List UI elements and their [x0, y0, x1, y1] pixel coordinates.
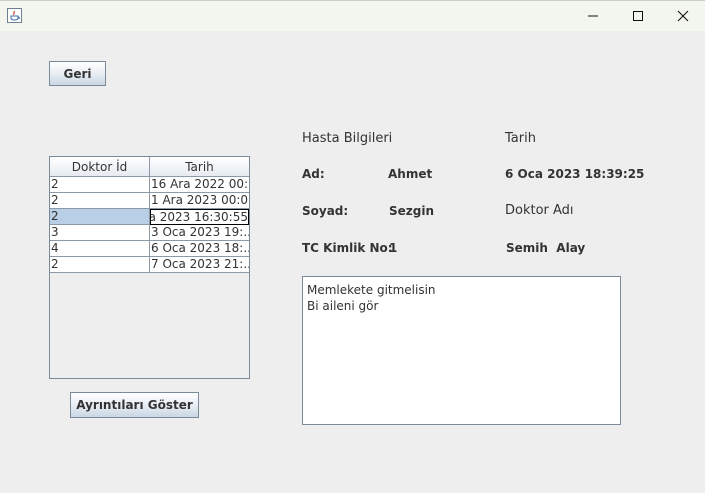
cell-doktor-id[interactable]: 4 [50, 241, 150, 257]
table-row[interactable]: 2 1 Ara 2023 00:0... [50, 193, 249, 209]
close-icon [677, 10, 689, 22]
table-row[interactable]: 3 3 Oca 2023 19:... [50, 225, 249, 241]
cell-tarih[interactable]: 1 Ara 2023 00:0... [150, 193, 249, 209]
doctor-name-value: Semih Alay [506, 241, 586, 255]
tc-label: TC Kimlik No: [302, 241, 393, 255]
back-button[interactable]: Geri [49, 61, 106, 86]
cell-doktor-id[interactable]: 2 [50, 257, 150, 273]
table-row-selected[interactable]: 2 ra 2023 16:30:55 [50, 209, 249, 225]
cell-doktor-id[interactable]: 2 [50, 193, 150, 209]
table-body: 2 16 Ara 2022 00:... 2 1 Ara 2023 00:0..… [50, 177, 249, 273]
surname-value: Sezgin [389, 204, 435, 218]
date-title: Tarih [505, 131, 536, 146]
title-bar [0, 0, 705, 31]
patient-info-title: Hasta Bilgileri [302, 131, 393, 146]
cell-tarih[interactable]: 16 Ara 2022 00:... [150, 177, 249, 193]
cell-tarih-focused[interactable]: ra 2023 16:30:55 [150, 209, 249, 225]
cell-doktor-id[interactable]: 2 [50, 177, 150, 193]
date-value: 6 Oca 2023 18:39:25 [505, 167, 645, 181]
doctor-name-title: Doktor Adı [505, 203, 574, 218]
cell-doktor-id[interactable]: 2 [50, 209, 150, 225]
cell-doktor-id[interactable]: 3 [50, 225, 150, 241]
appointments-table[interactable]: Doktor İd Tarih 2 16 Ara 2022 00:... 2 1… [49, 156, 250, 379]
table-row[interactable]: 2 16 Ara 2022 00:... [50, 177, 249, 193]
cell-tarih[interactable]: 6 Oca 2023 18:... [150, 241, 249, 257]
column-header-tarih[interactable]: Tarih [150, 157, 249, 177]
maximize-icon [633, 11, 643, 21]
cell-tarih[interactable]: 7 Oca 2023 21:... [150, 257, 249, 273]
column-header-doktor-id[interactable]: Doktor İd [50, 157, 150, 177]
table-row[interactable]: 4 6 Oca 2023 18:... [50, 241, 249, 257]
surname-label: Soyad: [302, 204, 349, 218]
show-details-button[interactable]: Ayrıntıları Göster [70, 392, 199, 418]
minimize-icon [588, 15, 598, 17]
name-value: Ahmet [388, 167, 433, 181]
table-header: Doktor İd Tarih [50, 157, 249, 177]
table-row[interactable]: 2 7 Oca 2023 21:... [50, 257, 249, 273]
tc-value: 1 [389, 241, 398, 255]
java-icon[interactable] [7, 8, 22, 23]
close-button[interactable] [660, 1, 705, 31]
name-label: Ad: [302, 167, 325, 181]
cell-tarih[interactable]: 3 Oca 2023 19:... [150, 225, 249, 241]
maximize-button[interactable] [615, 1, 661, 31]
minimize-button[interactable] [570, 1, 616, 31]
note-textarea[interactable]: Memlekete gitmelisin Bi aileni gör [302, 276, 621, 425]
